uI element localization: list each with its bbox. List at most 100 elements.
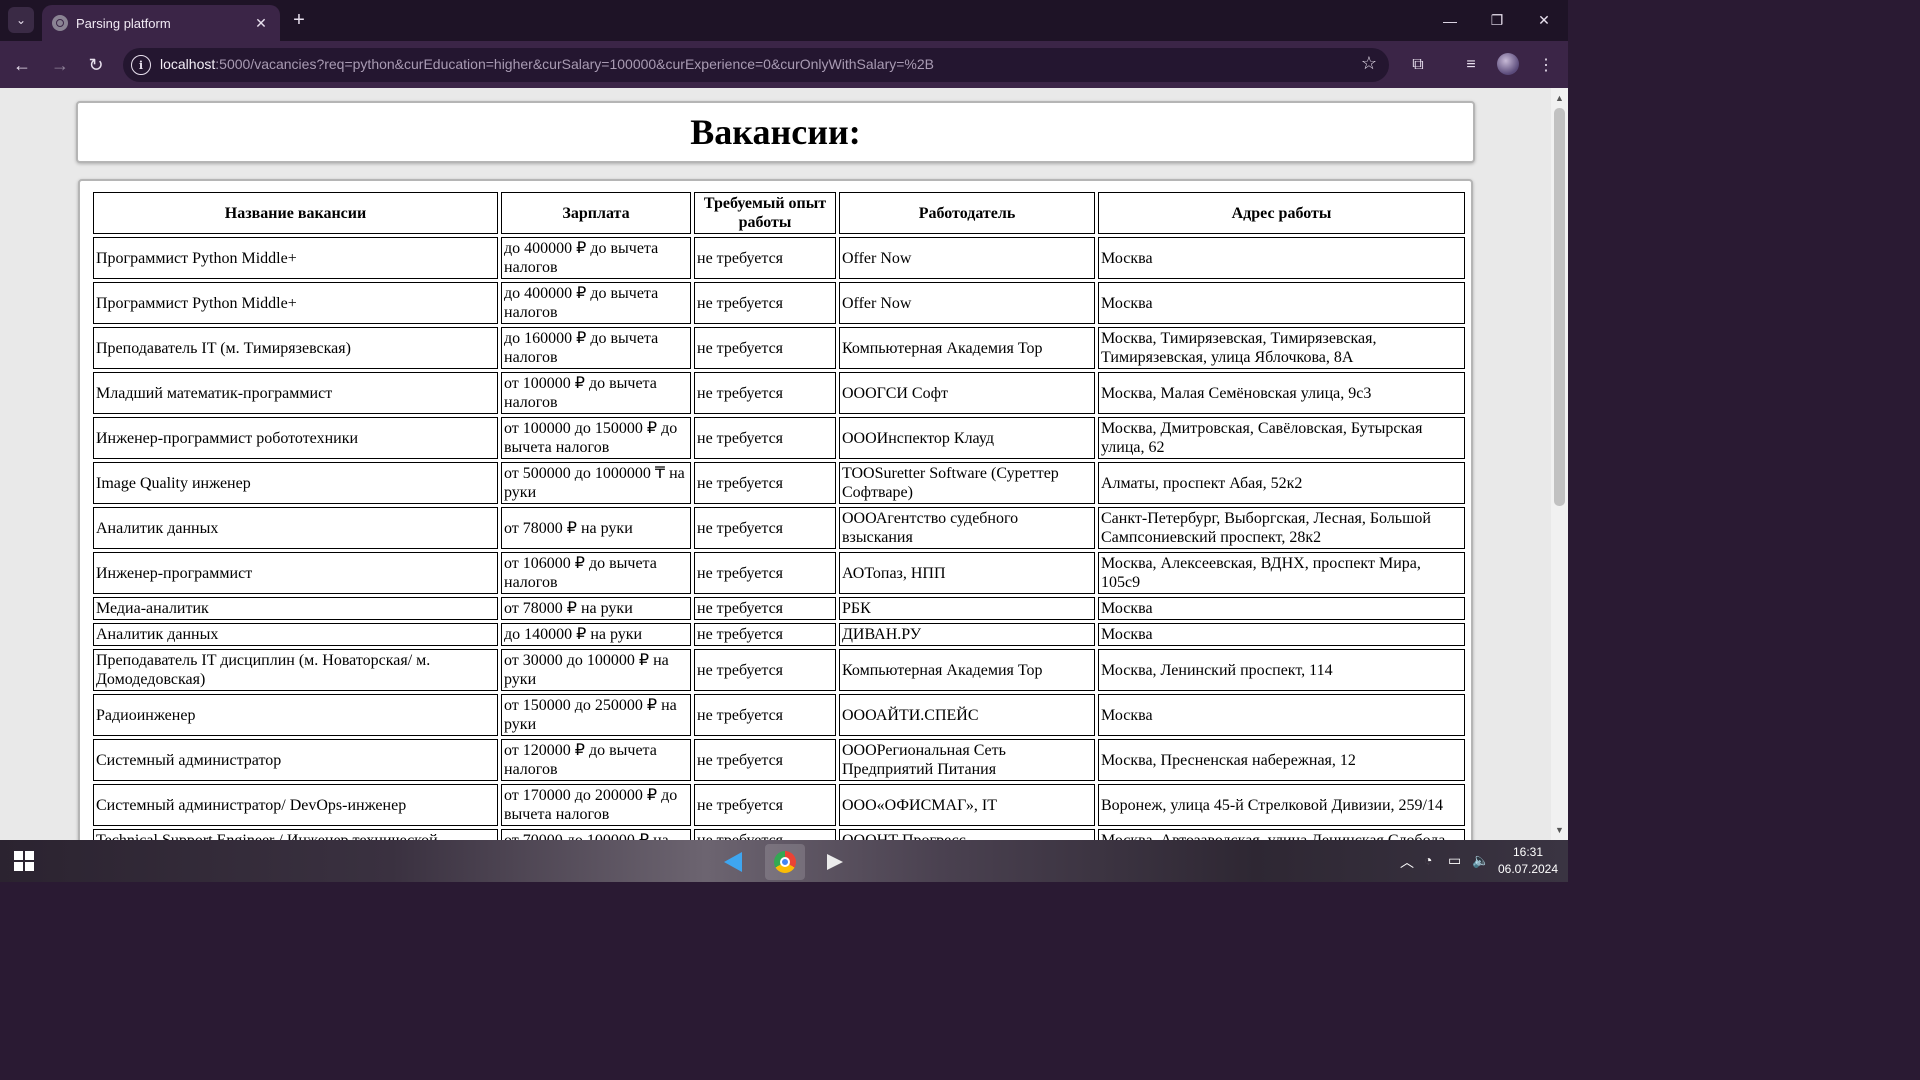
table-row: Преподаватель IT дисциплин (м. Новаторск… [93, 649, 1465, 691]
site-info-icon[interactable]: i [131, 55, 151, 75]
salary-cell: до 400000 ₽ до вычета налогов [501, 282, 691, 324]
vacancy-name-cell: Инженер-программист робототехники [93, 417, 498, 459]
scroll-thumb[interactable] [1554, 108, 1565, 506]
address-cell: Москва, Малая Семёновская улица, 9с3 [1098, 372, 1465, 414]
vacancy-name-cell: Медиа-аналитик [93, 597, 498, 620]
header-cell: Работодатель [839, 192, 1095, 234]
salary-cell: от 500000 до 1000000 ₸ на руки [501, 462, 691, 504]
employer-cell: ОООНТ Прогресс [839, 829, 1095, 840]
chrome-taskbar-button[interactable] [765, 844, 805, 880]
salary-cell: от 100000 ₽ до вычета налогов [501, 372, 691, 414]
browser-toolbar: ← → ↻ i localhost:5000/vacancies?req=pyt… [0, 41, 1568, 88]
table-row: Image Quality инженер от 500000 до 100000… [93, 462, 1465, 504]
address-cell: Москва, Тимирязевская, Тимирязевская, Ти… [1098, 327, 1465, 369]
salary-cell: от 100000 до 150000 ₽ до вычета налогов [501, 417, 691, 459]
app-taskbar-button[interactable] [815, 844, 855, 880]
address-cell: Москва, Пресненская набережная, 12 [1098, 739, 1465, 781]
media-icon[interactable]: ≡ [1459, 53, 1483, 77]
clock[interactable]: 16:31 06.07.2024 [1494, 844, 1562, 878]
extensions-icon[interactable]: ⧉ [1406, 53, 1430, 77]
back-icon[interactable]: ← [8, 51, 36, 79]
vacancy-name-cell: Радиоинженер [93, 694, 498, 736]
battery-icon[interactable]: ▭ [1448, 852, 1461, 869]
address-cell: Москва [1098, 237, 1465, 279]
salary-cell: от 106000 ₽ до вычета налогов [501, 552, 691, 594]
table-row: Программист Python Middle+ до 400000 ₽ до… [93, 282, 1465, 324]
address-cell: Воронеж, улица 45-й Стрелковой Дивизии, … [1098, 784, 1465, 826]
salary-cell: от 78000 ₽ на руки [501, 597, 691, 620]
minimize-icon[interactable]: — [1427, 0, 1473, 41]
salary-cell: от 150000 до 250000 ₽ на руки [501, 694, 691, 736]
salary-cell: от 70000 до 100000 ₽ на [501, 829, 691, 840]
plus-icon[interactable]: + [288, 8, 310, 32]
table-row: Радиоинженер от 150000 до 250000 ₽ на рук… [93, 694, 1465, 736]
salary-cell: до 160000 ₽ до вычета налогов [501, 327, 691, 369]
forward-icon[interactable]: → [46, 51, 74, 79]
experience-cell: не требуется [694, 327, 836, 369]
table-row: Technical Support Engineer / Инженер тех… [93, 829, 1465, 840]
vertical-scrollbar[interactable]: ▲ ▼ [1551, 88, 1568, 840]
vscode-taskbar-button[interactable] [714, 844, 754, 880]
vacancy-name-cell: Преподаватель IT (м. Тимирязевская) [93, 327, 498, 369]
employer-cell: Offer Now [839, 282, 1095, 324]
employer-cell: ОООАЙТИ.СПЕЙС [839, 694, 1095, 736]
url-text[interactable]: localhost:5000/vacancies?req=python&curE… [160, 56, 934, 72]
experience-cell: не требуется [694, 507, 836, 549]
header-cell: Название вакансии [93, 192, 498, 234]
experience-cell: не требуется [694, 694, 836, 736]
address-cell: Санкт-Петербург, Выборгская, Лесная, Бол… [1098, 507, 1465, 549]
address-cell: Москва [1098, 694, 1465, 736]
profile-icon[interactable] [1497, 53, 1519, 75]
chrome-icon [774, 851, 796, 873]
salary-cell: от 170000 до 200000 ₽ до вычета налогов [501, 784, 691, 826]
close-icon[interactable]: ✕ [252, 14, 270, 32]
vacancy-name-cell: Младший математик-программист [93, 372, 498, 414]
salary-cell: от 120000 ₽ до вычета налогов [501, 739, 691, 781]
volume-icon[interactable]: 🔈 [1472, 852, 1489, 869]
header-cell: Адрес работы [1098, 192, 1465, 234]
table-row: Программист Python Middle+ до 400000 ₽ до… [93, 237, 1465, 279]
salary-cell: до 140000 ₽ на руки [501, 623, 691, 646]
reload-icon[interactable]: ↻ [82, 51, 110, 79]
tab-search-icon[interactable]: ⌄ [8, 7, 34, 33]
windows-start-icon[interactable] [14, 851, 34, 871]
address-cell: Алматы, проспект Абая, 52к2 [1098, 462, 1465, 504]
vacancy-name-cell: Аналитик данных [93, 507, 498, 549]
vacancy-name-cell: Technical Support Engineer / Инженер тех… [93, 829, 498, 840]
tab-strip: ⌄ Parsing platform ✕ + — ❐ ✕ [0, 0, 1568, 41]
vacancy-name-cell: Программист Python Middle+ [93, 237, 498, 279]
vacancy-name-cell: Аналитик данных [93, 623, 498, 646]
address-cell: Москва [1098, 282, 1465, 324]
heading-card: Вакансии: [76, 101, 1475, 163]
experience-cell: не требуется [694, 784, 836, 826]
table-row: Младший математик-программист от 100000 ₽… [93, 372, 1465, 414]
employer-cell: Offer Now [839, 237, 1095, 279]
salary-cell: от 78000 ₽ на руки [501, 507, 691, 549]
employer-cell: ОООИнспектор Клауд [839, 417, 1095, 459]
scroll-down-icon[interactable]: ▼ [1554, 824, 1565, 836]
taskbar: ︿ ◔ ▭ 🔈 16:31 06.07.2024 [0, 840, 1568, 882]
vacancies-table: Название вакансии Зарплата Требуемый опы… [90, 189, 1468, 840]
scroll-up-icon[interactable]: ▲ [1554, 92, 1565, 104]
star-icon[interactable]: ☆ [1361, 53, 1377, 74]
experience-cell: не требуется [694, 552, 836, 594]
tab-parsing-platform[interactable]: Parsing platform ✕ [42, 5, 280, 41]
table-row: Системный администратор от 120000 ₽ до вы… [93, 739, 1465, 781]
vacancy-name-cell: Программист Python Middle+ [93, 282, 498, 324]
page-title: Вакансии: [690, 112, 861, 152]
tab-title: Parsing platform [76, 15, 171, 31]
header-cell: Зарплата [501, 192, 691, 234]
menu-icon[interactable]: ⋮ [1534, 53, 1558, 77]
vacancy-name-cell: Инженер-программист [93, 552, 498, 594]
wifi-icon[interactable]: ◔ [1424, 852, 1432, 868]
experience-cell: не требуется [694, 282, 836, 324]
experience-cell: не требуется [694, 623, 836, 646]
chevron-up-icon[interactable]: ︿ [1400, 852, 1414, 872]
experience-cell: не требуется [694, 739, 836, 781]
address-bar[interactable]: i localhost:5000/vacancies?req=python&cu… [123, 48, 1389, 82]
close-window-icon[interactable]: ✕ [1521, 0, 1567, 41]
restore-icon[interactable]: ❐ [1474, 0, 1520, 41]
app-icon [824, 851, 846, 873]
experience-cell: не требуется [694, 462, 836, 504]
salary-cell: от 30000 до 100000 ₽ на руки [501, 649, 691, 691]
